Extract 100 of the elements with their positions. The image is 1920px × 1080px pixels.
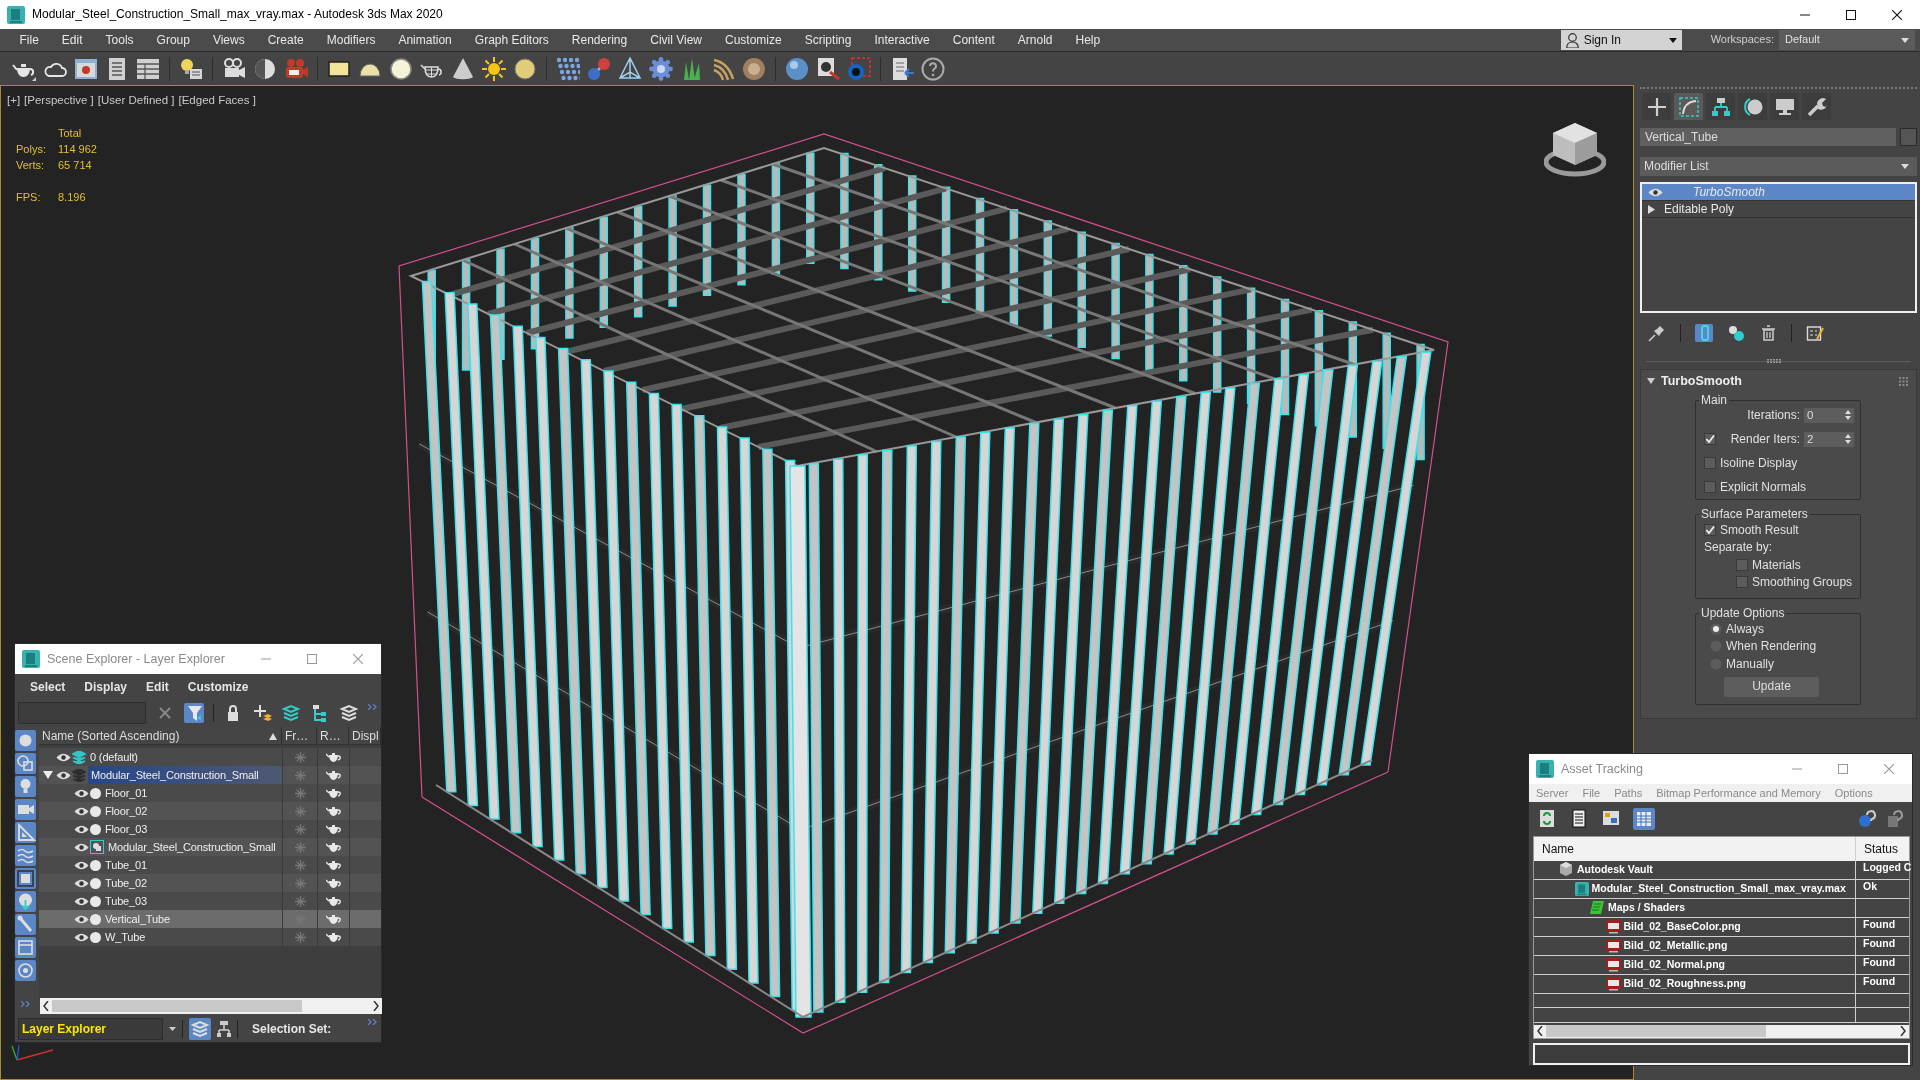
menu-item[interactable]: Edit (50, 29, 95, 51)
column-header[interactable]: Fr… (282, 727, 317, 746)
menu-item[interactable]: Interactive (862, 29, 942, 51)
horizontal-scrollbar[interactable] (40, 998, 382, 1015)
eye-icon[interactable] (1648, 187, 1663, 197)
download-icon[interactable] (15, 891, 36, 913)
layers-icon[interactable] (189, 1018, 211, 1041)
command-panel-tab[interactable] (1642, 93, 1671, 120)
asset-row[interactable]: Modular_Steel_Construction_Small_max_vray.max Ok (1534, 879, 1909, 899)
eye-icon[interactable] (74, 788, 89, 798)
eye-icon[interactable] (56, 752, 71, 762)
modifier-list-dropdown[interactable]: Modifier List (1640, 157, 1917, 176)
fur-ball-icon[interactable] (742, 56, 766, 81)
viewport-menu-label[interactable]: [Edged Faces ] (178, 94, 256, 108)
scroll-left-icon[interactable] (43, 1001, 49, 1012)
sign-in-dropdown[interactable]: Sign In (1560, 30, 1682, 50)
horizontal-scrollbar[interactable] (1534, 1025, 1909, 1038)
scrollbar-thumb[interactable] (52, 1000, 302, 1013)
scroll-right-icon[interactable] (1900, 1026, 1906, 1037)
checkbox[interactable] (1704, 457, 1716, 469)
rollout-title[interactable]: TurboSmooth (1661, 373, 1742, 389)
add-layer-icon[interactable] (252, 702, 272, 723)
configure-icon[interactable] (1806, 324, 1824, 342)
viewport-menu-label[interactable]: [User Defined ] (97, 94, 175, 108)
asset-row[interactable]: Bild_02_Metallic.png Found (1534, 936, 1909, 956)
camera-icon[interactable] (222, 56, 246, 81)
spinner-arrows-icon[interactable] (1845, 434, 1851, 444)
shapes-icon[interactable] (15, 753, 36, 775)
eye-icon[interactable] (74, 932, 89, 942)
menu-item[interactable]: Create (256, 29, 316, 51)
menu-item[interactable]: Select (30, 680, 66, 695)
circle-icon[interactable] (90, 931, 101, 943)
overflow-chevron-icon[interactable] (368, 1019, 377, 1026)
menu-item[interactable]: Display (84, 680, 128, 695)
object-row[interactable]: W_Tube (39, 928, 381, 947)
circle-icon[interactable] (90, 823, 101, 835)
menu-item[interactable]: Arnold (1006, 29, 1064, 51)
box-icon[interactable] (15, 937, 36, 959)
help-icon[interactable] (1858, 810, 1876, 828)
teapot-icon[interactable] (326, 914, 341, 925)
workspace-dropdown[interactable]: Default (1779, 30, 1915, 50)
checkbox[interactable] (1704, 523, 1716, 536)
teapot-icon[interactable] (326, 896, 341, 907)
checkbox[interactable] (1704, 481, 1716, 493)
scrollbar-thumb[interactable] (1546, 1025, 1766, 1038)
gear-icon[interactable] (649, 56, 673, 81)
menu-item[interactable]: Group (145, 29, 202, 51)
grid-view-icon[interactable] (1633, 808, 1655, 830)
sphere-icon[interactable] (785, 56, 809, 81)
eye-icon[interactable] (74, 842, 89, 852)
radio-button[interactable] (1710, 622, 1722, 635)
help-icon[interactable] (1886, 810, 1904, 828)
target-icon[interactable] (15, 960, 36, 982)
movie-camera-icon[interactable] (284, 56, 308, 81)
circle-icon[interactable] (90, 877, 101, 889)
teapot-icon[interactable] (326, 932, 341, 943)
trash-icon[interactable] (1759, 324, 1777, 342)
column-header[interactable]: Name (1534, 836, 1856, 861)
checkbox[interactable] (1736, 576, 1748, 589)
object-row[interactable]: Floor_01 (39, 784, 381, 803)
grip-icon[interactable] (1899, 376, 1908, 386)
bulb-icon[interactable] (179, 56, 203, 81)
checkbox[interactable] (1736, 558, 1748, 571)
menu-item[interactable]: Animation (386, 29, 464, 51)
asset-row[interactable]: Maps / Shaders (1534, 898, 1909, 918)
layers-icon[interactable] (339, 702, 359, 723)
scroll-left-icon[interactable] (1537, 1026, 1543, 1037)
spinner-field[interactable]: 0 (1804, 407, 1854, 423)
sphere-icon[interactable] (389, 56, 413, 81)
frame-icon[interactable] (15, 868, 36, 890)
menu-item[interactable]: Customize (713, 29, 794, 51)
group-icon[interactable] (90, 840, 104, 855)
update-button[interactable]: Update (1724, 676, 1819, 697)
object-row[interactable]: Modular_Steel_Construction_Small (39, 838, 381, 857)
framed-sphere-icon[interactable] (847, 56, 871, 81)
object-row[interactable]: Tube_01 (39, 856, 381, 875)
half-sphere-icon[interactable] (253, 56, 277, 81)
set-square-icon[interactable] (15, 822, 36, 844)
command-panel-tab[interactable] (1674, 93, 1703, 120)
caret-icon[interactable] (169, 1027, 176, 1032)
menu-item[interactable]: Tools (94, 29, 146, 51)
command-panel-tab[interactable] (1738, 93, 1767, 120)
pin-icon[interactable] (1648, 324, 1666, 342)
color-swatch[interactable] (1900, 128, 1917, 146)
command-panel-tab[interactable] (1706, 93, 1735, 120)
menu-item[interactable]: Customize (187, 680, 249, 695)
eye-icon[interactable] (74, 806, 89, 816)
viewport-menu-label[interactable]: [+] (7, 94, 21, 108)
spinner-field[interactable]: 2 (1804, 431, 1854, 447)
menu-item[interactable]: File (8, 29, 51, 51)
asset-row[interactable]: Bild_02_BaseColor.png Found (1534, 917, 1909, 937)
eye-icon[interactable] (74, 878, 89, 888)
menu-item[interactable]: Views (201, 29, 257, 51)
teapot-icon[interactable] (326, 806, 341, 817)
expand-triangle-icon[interactable] (1648, 204, 1655, 214)
asset-row[interactable]: Autodesk Vault Logged C (1534, 860, 1909, 880)
sphere-icon[interactable] (513, 56, 537, 81)
menu-item[interactable]: Edit (146, 680, 169, 695)
bulb-icon[interactable] (15, 776, 36, 798)
cone-icon[interactable] (451, 56, 475, 81)
